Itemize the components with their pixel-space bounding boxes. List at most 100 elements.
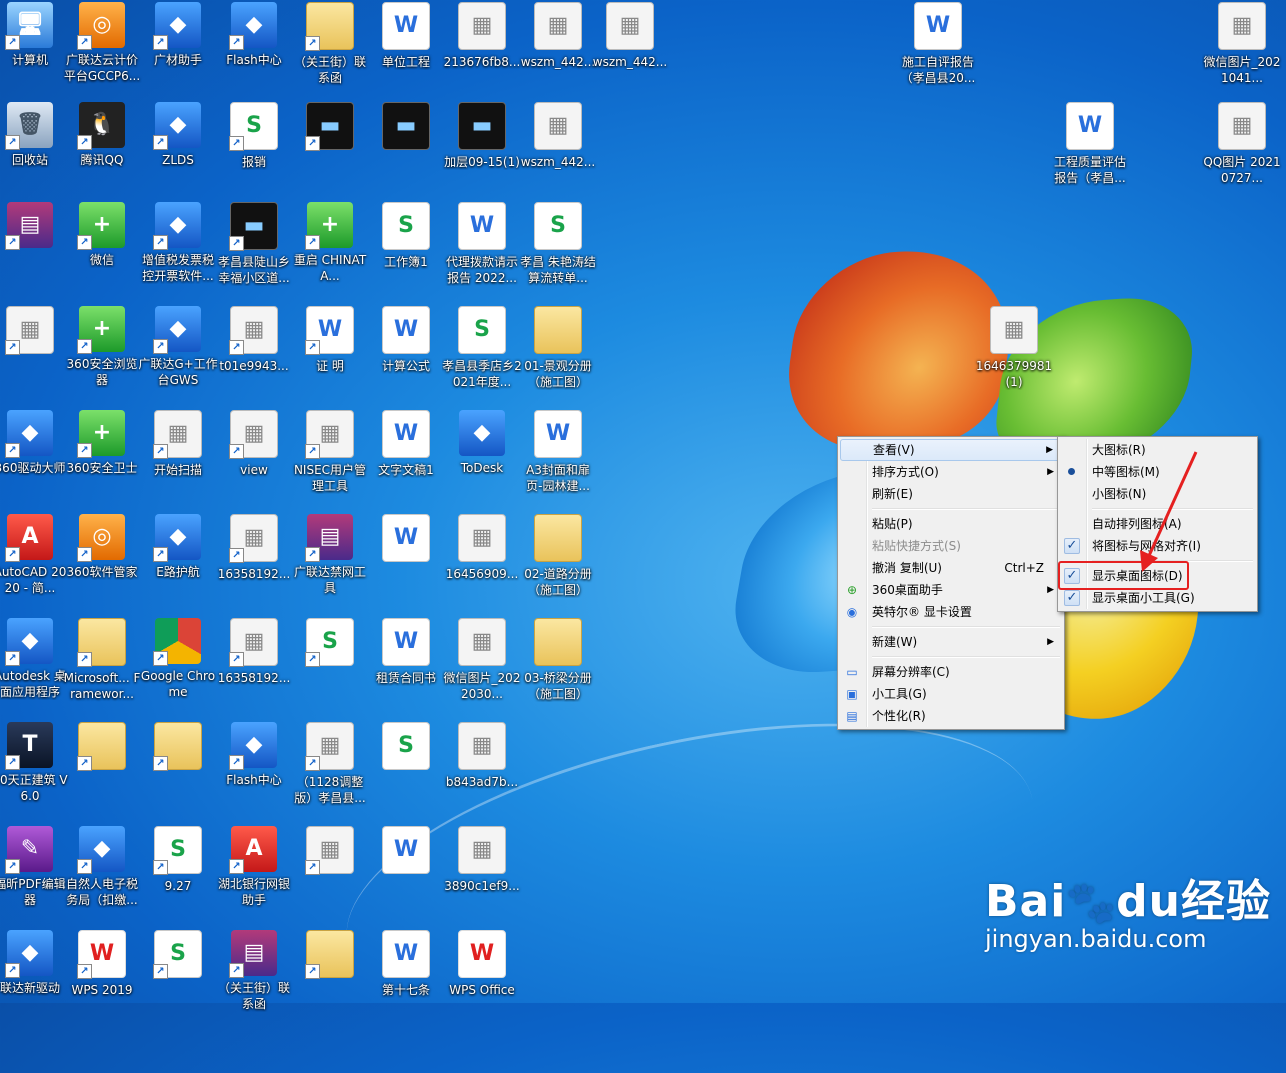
menu-item[interactable]: 刷新(E) bbox=[840, 483, 1062, 505]
desktop-icon[interactable]: ◆广联达G+工作台GWS bbox=[138, 304, 218, 404]
desktop-icon[interactable]: ▬ bbox=[368, 100, 444, 200]
desktop-icon[interactable]: ▦ 3890c1ef9... bbox=[444, 824, 520, 924]
desktop-icon[interactable] bbox=[140, 720, 216, 820]
desktop-icon[interactable]: ▦ NISEC用户管理工具 bbox=[292, 408, 368, 508]
desktop-icon[interactable]: 🖥 计算机 bbox=[0, 0, 68, 100]
desktop-icon[interactable]: ▦ view bbox=[216, 408, 292, 508]
menu-item[interactable]: 查看(V) ▶ bbox=[840, 439, 1062, 461]
desktop-icon[interactable]: W 证 明 bbox=[292, 304, 368, 404]
desktop-icon[interactable]: W 施工自评报告（孝昌县20... bbox=[900, 0, 976, 100]
desktop-icon[interactable]: ▤广联达禁网工具 bbox=[292, 512, 368, 612]
desktop-icon[interactable]: ◆ E路护航 bbox=[140, 512, 216, 612]
desktop-icon[interactable]: W bbox=[368, 512, 444, 612]
desktop-icon[interactable]: W 文字文稿1 bbox=[368, 408, 444, 508]
desktop-icon[interactable]: ▦ wszm_442... bbox=[520, 100, 596, 200]
desktop-icon[interactable]: +360安全卫士 bbox=[64, 408, 140, 508]
desktop-icon[interactable]: ◎ 360软件管家 bbox=[64, 512, 140, 612]
menu-item-label: 查看(V) bbox=[873, 443, 915, 457]
desktop-icon[interactable]: S 报销 bbox=[216, 100, 292, 200]
desktop-icon[interactable]: T20天正建筑 V6.0 bbox=[0, 720, 68, 820]
desktop-icon[interactable]: ◆ Flash中心 bbox=[216, 0, 292, 100]
menu-item[interactable]: ▤ 个性化(R) bbox=[840, 705, 1062, 727]
desktop-icon[interactable]: ▦ 微信图片_2022030... bbox=[444, 616, 520, 716]
desktop-icon[interactable]: 🐧 腾讯QQ bbox=[64, 100, 140, 200]
menu-item[interactable]: 粘贴快捷方式(S) bbox=[840, 535, 1062, 557]
desktop-icon[interactable]: ▦ 16456909... bbox=[444, 512, 520, 612]
desktop-icon[interactable]: W WPS Office bbox=[444, 928, 520, 1028]
desktop-icon[interactable]: ▦ 16358192... bbox=[216, 512, 292, 612]
desktop-icon[interactable]: W 工程质量评估报告（孝昌... bbox=[1052, 100, 1128, 200]
desktop-icon[interactable]: ▦ 16358192... bbox=[216, 616, 292, 716]
desktop-icon[interactable]: A湖北银行网银助手 bbox=[216, 824, 292, 924]
desktop-icon[interactable]: S 工作簿1 bbox=[368, 200, 444, 300]
desktop-icon[interactable]: W 单位工程 bbox=[368, 0, 444, 100]
desktop-icon[interactable]: +重启 CHINATA... bbox=[292, 200, 368, 300]
desktop-icon[interactable]: ▦ t01e9943... bbox=[216, 304, 292, 404]
file-icon: ◆ bbox=[5, 930, 53, 978]
desktop-icon[interactable]: 02-道路分册（施工图） bbox=[520, 512, 596, 612]
desktop-icon[interactable]: S 孝昌县季店乡2021年度... bbox=[442, 304, 522, 404]
desktop-icon[interactable]: ▦ wszm_442... bbox=[592, 0, 668, 100]
desktop-icon[interactable]: ▦ 微信图片_2021041... bbox=[1204, 0, 1280, 100]
menu-item[interactable]: 新建(W) ▶ bbox=[840, 631, 1062, 653]
desktop-icon[interactable]: ▦ wszm_442... bbox=[520, 0, 596, 100]
desktop-icon[interactable]: ◆ 联达新驱动 bbox=[0, 928, 68, 1028]
file-icon: S bbox=[305, 618, 354, 667]
menu-item[interactable]: 粘贴(P) bbox=[840, 513, 1062, 535]
desktop-icon[interactable]: S bbox=[368, 720, 444, 820]
desktop-icon[interactable]: W 租赁合同书 bbox=[368, 616, 444, 716]
desktop-icon[interactable]: （关王街）联系函 bbox=[292, 0, 368, 100]
desktop-icon[interactable]: 03-桥梁分册（施工图） bbox=[520, 616, 596, 716]
desktop-icon[interactable]: 🗑 回收站 bbox=[0, 100, 68, 200]
desktop-icon[interactable]: ▦ 开始扫描 bbox=[140, 408, 216, 508]
desktop-icon[interactable]: ◆增值税发票税控开票软件... bbox=[140, 200, 216, 300]
desktop-icon[interactable]: ◆ ZLDS bbox=[140, 100, 216, 200]
desktop-icon[interactable]: W 代理拨款请示报告 2022... bbox=[444, 200, 520, 300]
desktop-icon[interactable]: ▦ b843ad7b... bbox=[444, 720, 520, 820]
desktop-icon[interactable]: ▦ bbox=[292, 824, 368, 924]
menu-item[interactable]: ▭ 屏幕分辨率(C) bbox=[840, 661, 1062, 683]
desktop-icon[interactable]: ▦ 1646379981 (1) bbox=[976, 304, 1052, 404]
desktop-icon[interactable]: W 第十七条 bbox=[368, 928, 444, 1028]
menu-item[interactable]: ⊕ 360桌面助手 ▶ bbox=[840, 579, 1062, 601]
desktop-icon[interactable]: S 9.27 bbox=[140, 824, 216, 924]
desktop-icon[interactable]: W 计算公式 bbox=[368, 304, 444, 404]
desktop-icon[interactable]: W WPS 2019 bbox=[64, 928, 140, 1028]
desktop-icon[interactable]: S 孝昌 朱艳涛结算流转单... bbox=[520, 200, 596, 300]
desktop-icon[interactable]: ▬ 孝昌县陡山乡幸福小区道... bbox=[216, 200, 292, 300]
desktop-icon[interactable]: ◆ 广材助手 bbox=[140, 0, 216, 100]
desktop-icon[interactable]: AAutoCAD 2020 - 简... bbox=[0, 512, 68, 612]
desktop-icon[interactable]: +360安全浏览器 bbox=[64, 304, 140, 404]
desktop-icon[interactable] bbox=[64, 720, 140, 820]
desktop-icon[interactable]: ◆Autodesk 桌面应用程序 bbox=[0, 616, 68, 716]
desktop-icon[interactable]: ◆自然人电子税务局（扣缴... bbox=[64, 824, 140, 924]
desktop-icon[interactable]: Google Chrome bbox=[140, 616, 216, 716]
desktop-icon[interactable]: ▬ bbox=[292, 100, 368, 200]
desktop-icon[interactable]: ◆ Flash中心 bbox=[216, 720, 292, 820]
desktop-icon[interactable]: ▬ 加层09-15(1) bbox=[444, 100, 520, 200]
desktop-icon[interactable]: Microsoft... Framewor... bbox=[64, 616, 140, 716]
desktop-icon[interactable]: ◎广联达云计价平台GCCP6... bbox=[64, 0, 140, 100]
desktop-icon[interactable]: W bbox=[368, 824, 444, 924]
desktop-icon[interactable]: ▦ （1128调整版）孝昌县... bbox=[292, 720, 368, 820]
desktop-icon[interactable]: W A3封面和扉页-园林建... bbox=[520, 408, 596, 508]
desktop-icon[interactable] bbox=[292, 928, 368, 1028]
menu-item[interactable]: ✓ 显示桌面小工具(G) bbox=[1060, 587, 1255, 609]
desktop-icon[interactable]: + 微信 bbox=[64, 200, 140, 300]
desktop-icon[interactable]: ▦ QQ图片 20210727... bbox=[1203, 100, 1281, 200]
desktop-icon[interactable]: ✎福昕PDF编辑器 bbox=[0, 824, 68, 924]
desktop-icon[interactable]: ◆ 360驱动大师 bbox=[0, 408, 68, 508]
desktop-icon[interactable]: ▦ bbox=[0, 304, 68, 404]
menu-item[interactable]: ◉ 英特尔® 显卡设置 bbox=[840, 601, 1062, 623]
desktop-icon[interactable]: ▤ bbox=[0, 200, 68, 300]
file-icon: S bbox=[458, 306, 506, 354]
desktop-icon[interactable]: S bbox=[140, 928, 216, 1028]
menu-item[interactable]: 排序方式(O) ▶ bbox=[840, 461, 1062, 483]
menu-item[interactable]: 撤消 复制(U) Ctrl+Z bbox=[840, 557, 1062, 579]
desktop-icon[interactable]: ◆ ToDesk bbox=[444, 408, 520, 508]
desktop-icon[interactable]: ▤（关王街）联系函 bbox=[216, 928, 292, 1028]
menu-item[interactable]: ▣ 小工具(G) bbox=[840, 683, 1062, 705]
desktop-icon[interactable]: ▦ 213676fb8... bbox=[444, 0, 520, 100]
desktop-icon[interactable]: 01-景观分册（施工图） bbox=[520, 304, 596, 404]
desktop-icon[interactable]: S bbox=[292, 616, 368, 716]
